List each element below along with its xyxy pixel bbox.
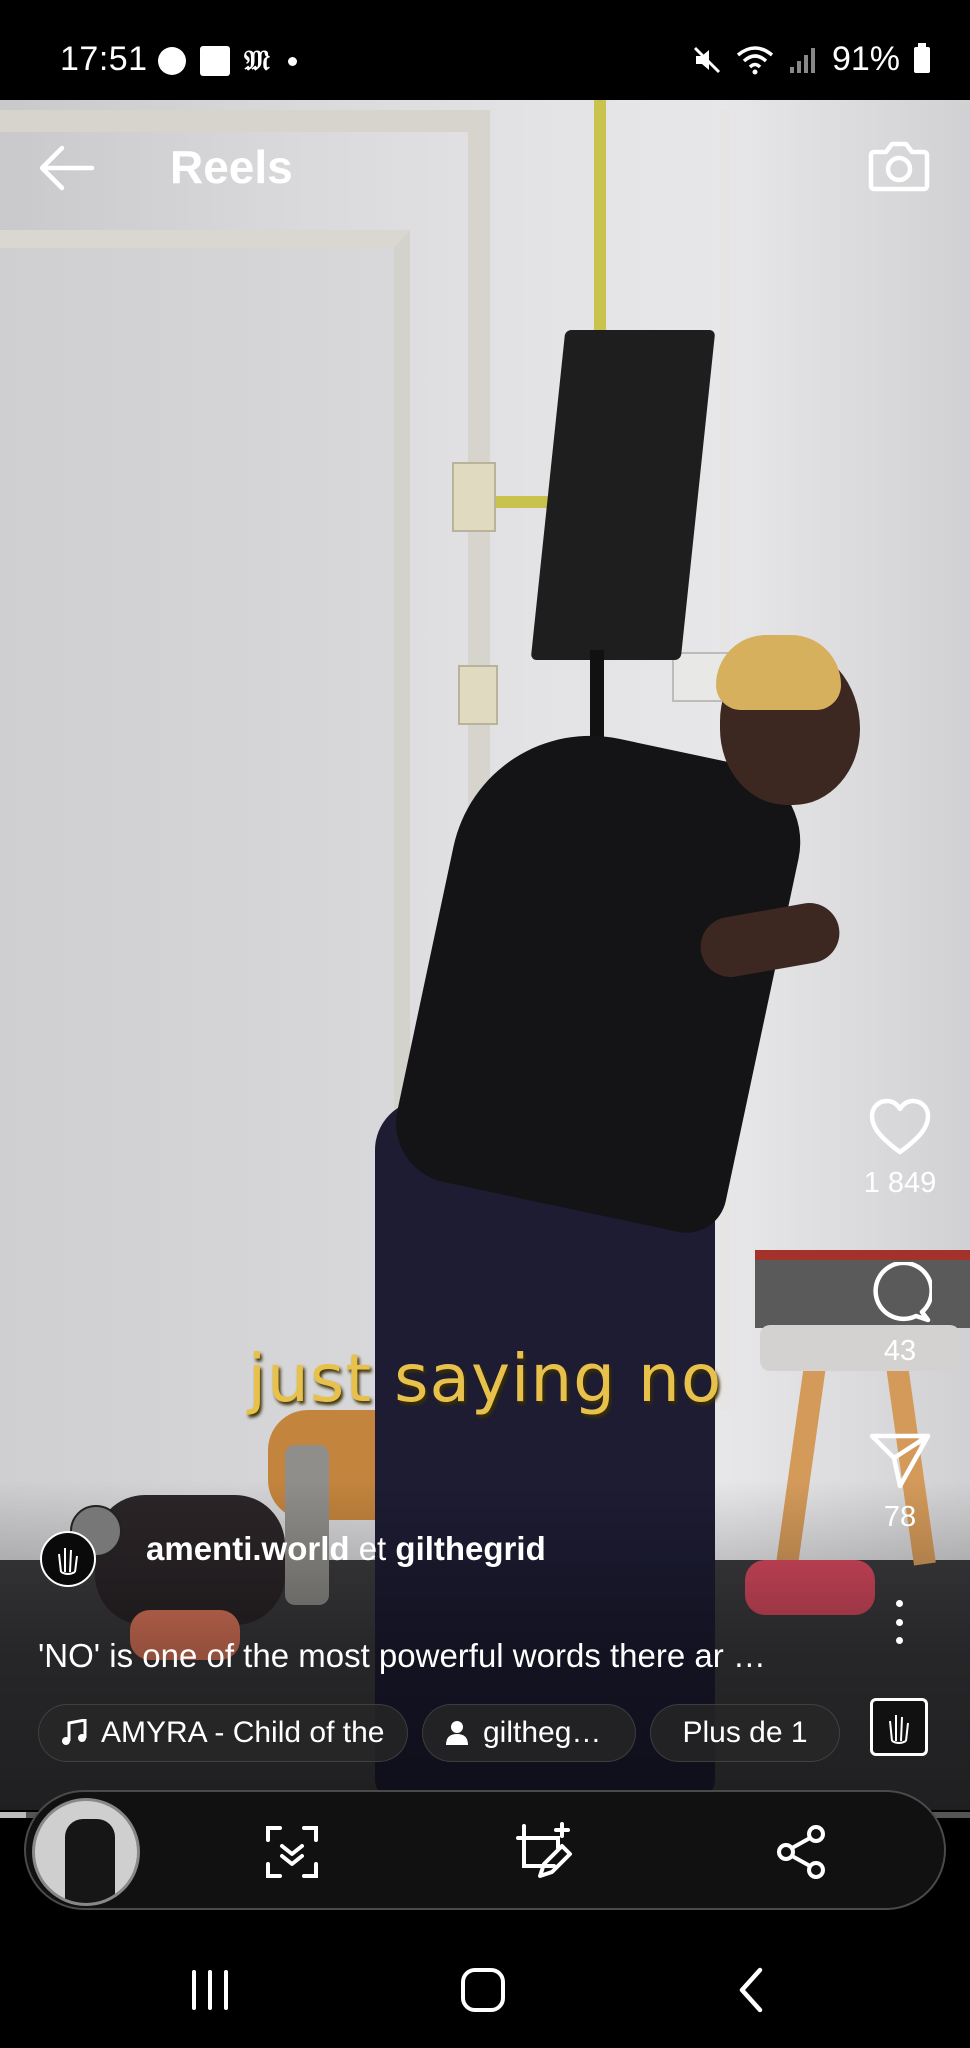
tagged-user-label: giltheg… — [483, 1716, 602, 1749]
camera-icon[interactable] — [868, 136, 930, 194]
author-name[interactable]: amenti.world — [146, 1530, 350, 1567]
video-progress-fill — [0, 1812, 26, 1818]
audio-thumbnail[interactable] — [870, 1698, 928, 1756]
mute-icon — [693, 46, 720, 73]
like-count: 1 849 — [863, 1167, 937, 1199]
hand-logo-icon — [58, 1548, 78, 1575]
status-system-icons: 91% — [692, 40, 930, 79]
author-avatars[interactable] — [40, 1505, 130, 1587]
junction-box — [452, 462, 496, 532]
bottom-toolbar — [24, 1790, 946, 1910]
messenger-icon — [158, 47, 186, 75]
speaker — [530, 330, 716, 660]
battery-icon — [914, 42, 930, 73]
share-count: 78 — [883, 1501, 917, 1533]
comment-icon[interactable] — [868, 1260, 934, 1324]
share-icon[interactable] — [772, 1822, 832, 1882]
tagged-user-chip[interactable]: giltheg… — [422, 1704, 636, 1762]
share-action[interactable]: 78 — [860, 1430, 940, 1534]
comment-count: 43 — [883, 1335, 917, 1367]
status-time: 17:51 — [60, 40, 148, 78]
home-icon[interactable] — [453, 1960, 513, 2020]
hand-logo-icon — [889, 1715, 909, 1744]
more-chip-label: Plus de 1 — [682, 1716, 808, 1749]
more-dot — [895, 1637, 903, 1644]
edit-crop-icon[interactable] — [514, 1822, 574, 1882]
page-title: Reels — [170, 141, 293, 193]
post-chips: AMYRA - Child of the giltheg… Plus de 1 — [38, 1704, 840, 1762]
more-chip[interactable]: Plus de 1 — [650, 1704, 840, 1762]
wifi-icon — [736, 45, 774, 74]
wall-socket — [458, 665, 498, 725]
video-caption: just saying no — [247, 1340, 723, 1417]
notes-icon — [200, 46, 230, 76]
author-line[interactable]: amenti.world et gilthegrid — [146, 1530, 546, 1568]
author-joiner: et — [358, 1530, 387, 1567]
gothic-m-icon: 𝔐 — [244, 44, 270, 77]
comment-action[interactable]: 43 — [860, 1260, 940, 1368]
reel-thumbnail[interactable] — [32, 1798, 140, 1906]
collaborator-name[interactable]: gilthegrid — [395, 1530, 545, 1567]
back-icon[interactable] — [724, 1960, 784, 2020]
post-description[interactable]: 'NO' is one of the most powerful words t… — [38, 1637, 828, 1675]
system-nav-bar — [0, 1930, 970, 2048]
more-options-button[interactable] — [884, 1600, 914, 1644]
music-note-icon — [62, 1719, 87, 1745]
avatar[interactable] — [40, 1531, 96, 1587]
person-icon — [446, 1721, 468, 1745]
status-bar: 17:51 𝔐 91% — [0, 0, 970, 100]
recents-icon[interactable] — [180, 1960, 240, 2020]
back-arrow-icon[interactable] — [36, 142, 96, 194]
dot-icon — [287, 56, 297, 66]
more-dot — [895, 1600, 903, 1607]
like-action[interactable]: 1 849 — [860, 1098, 940, 1200]
signal-icon — [789, 47, 815, 73]
status-notification-icons: 𝔐 — [158, 44, 297, 78]
thumbnail-figure — [65, 1819, 115, 1903]
scan-icon[interactable] — [262, 1822, 322, 1882]
person-hair — [716, 635, 841, 710]
music-chip[interactable]: AMYRA - Child of the — [38, 1704, 408, 1762]
battery-percent: 91% — [831, 40, 900, 78]
heart-icon[interactable] — [868, 1098, 932, 1156]
send-icon[interactable] — [868, 1430, 932, 1490]
more-dot — [895, 1618, 903, 1626]
music-label: AMYRA - Child of the — [101, 1716, 385, 1749]
